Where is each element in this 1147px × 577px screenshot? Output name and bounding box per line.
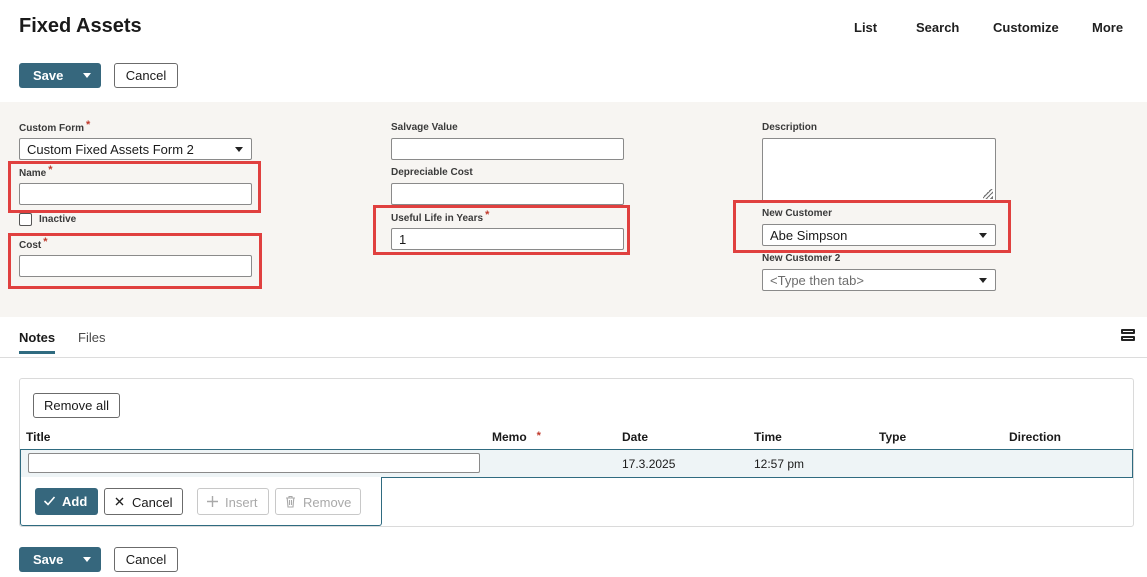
new-customer-2-placeholder: <Type then tab> bbox=[770, 273, 864, 288]
check-icon bbox=[43, 496, 56, 506]
description-textarea[interactable] bbox=[762, 138, 996, 202]
resize-handle-icon[interactable] bbox=[983, 189, 993, 199]
highlight-cost bbox=[8, 233, 262, 289]
chevron-down-icon bbox=[979, 278, 987, 283]
column-header-date: Date bbox=[622, 430, 649, 444]
tab-files[interactable]: Files bbox=[78, 330, 105, 345]
remove-all-button[interactable]: Remove all bbox=[33, 393, 120, 418]
close-icon bbox=[115, 497, 124, 506]
description-label: Description bbox=[762, 122, 818, 133]
note-time-cell[interactable]: 12:57 pm bbox=[754, 457, 804, 471]
note-date-cell[interactable]: 17.3.2025 bbox=[622, 457, 675, 471]
save-dropdown-icon[interactable] bbox=[83, 73, 91, 78]
save-dropdown-icon[interactable] bbox=[83, 557, 91, 562]
column-header-time: Time bbox=[754, 430, 782, 444]
bottom-save-button[interactable]: Save bbox=[19, 547, 101, 572]
main-form: Custom Form * Custom Fixed Assets Form 2 … bbox=[0, 102, 1147, 317]
tab-notes[interactable]: Notes bbox=[19, 330, 56, 354]
insert-button-label: Insert bbox=[225, 495, 258, 510]
row-cancel-button[interactable]: Cancel bbox=[104, 488, 183, 515]
subtab-bar: Notes Files bbox=[0, 317, 1147, 358]
plus-icon bbox=[207, 496, 218, 507]
save-button-label: Save bbox=[33, 68, 64, 83]
nav-more-link[interactable]: More bbox=[1092, 20, 1123, 35]
note-title-input[interactable] bbox=[28, 453, 480, 473]
salvage-value-field[interactable] bbox=[391, 138, 624, 160]
column-header-title: Title bbox=[26, 430, 51, 444]
salvage-value-label: Salvage Value bbox=[391, 122, 458, 133]
new-customer-2-label: New Customer 2 bbox=[762, 253, 841, 264]
page-title: Fixed Assets bbox=[19, 15, 142, 37]
new-customer-2-select[interactable]: <Type then tab> bbox=[762, 269, 996, 291]
remove-button-label: Remove bbox=[303, 495, 352, 510]
add-button[interactable]: Add bbox=[35, 488, 98, 515]
page-header: Fixed Assets List Search Customize More … bbox=[0, 0, 1147, 102]
highlight-name bbox=[8, 161, 261, 213]
inactive-checkbox[interactable] bbox=[19, 213, 32, 226]
custom-form-label: Custom Form * bbox=[19, 119, 91, 134]
save-button-label: Save bbox=[33, 552, 64, 567]
add-button-label: Add bbox=[62, 494, 88, 509]
column-header-direction: Direction bbox=[1009, 430, 1062, 444]
save-button[interactable]: Save bbox=[19, 63, 101, 88]
cancel-button[interactable]: Cancel bbox=[114, 63, 178, 88]
column-header-type: Type bbox=[879, 430, 907, 444]
highlight-new-customer bbox=[733, 200, 1011, 253]
remove-button[interactable]: Remove bbox=[275, 488, 361, 515]
chevron-down-icon bbox=[235, 147, 243, 152]
nav-customize-link[interactable]: Customize bbox=[993, 20, 1059, 35]
depreciable-cost-field[interactable] bbox=[391, 183, 624, 205]
nav-search-link[interactable]: Search bbox=[916, 20, 959, 35]
inactive-label: Inactive bbox=[39, 214, 77, 225]
custom-form-value: Custom Fixed Assets Form 2 bbox=[27, 142, 194, 157]
trash-icon bbox=[286, 495, 295, 508]
custom-form-select[interactable]: Custom Fixed Assets Form 2 bbox=[19, 138, 252, 160]
insert-button[interactable]: Insert bbox=[197, 488, 269, 515]
bottom-cancel-button[interactable]: Cancel bbox=[114, 547, 178, 572]
highlight-useful-life bbox=[373, 205, 630, 255]
row-cancel-label: Cancel bbox=[132, 495, 173, 510]
column-header-memo: Memo * bbox=[492, 430, 541, 444]
nav-list-link[interactable]: List bbox=[854, 20, 877, 35]
depreciable-cost-label: Depreciable Cost bbox=[391, 167, 473, 178]
layout-toggle-icon[interactable] bbox=[1121, 329, 1135, 343]
